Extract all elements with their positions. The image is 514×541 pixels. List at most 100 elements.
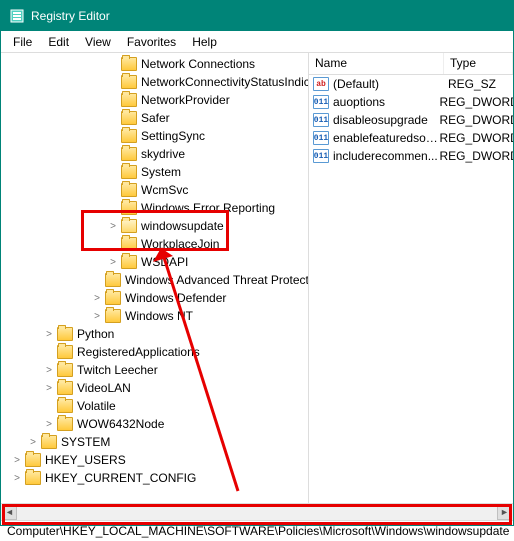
tree-item[interactable]: > SYSTEM <box>1 433 308 451</box>
tree-item[interactable]: >NetworkProvider <box>1 91 308 109</box>
content-area: >Network Connections>NetworkConnectivity… <box>1 53 513 503</box>
expander-icon[interactable]: > <box>91 292 103 304</box>
column-header-name[interactable]: Name <box>309 53 444 74</box>
list-row[interactable]: 011enablefeaturedsoft...REG_DWORD <box>309 129 513 147</box>
list-row[interactable]: 011includerecommen...REG_DWORD <box>309 147 513 165</box>
scroll-right-button[interactable]: ► <box>497 505 512 520</box>
folder-icon <box>57 417 73 431</box>
expander-icon[interactable]: > <box>43 364 55 376</box>
expander-icon[interactable]: > <box>27 436 39 448</box>
scroll-left-button[interactable]: ◄ <box>2 505 17 520</box>
dword-value-icon: 011 <box>313 131 329 145</box>
value-name: auoptions <box>333 95 440 109</box>
tree-item[interactable]: > windowsupdate <box>1 217 308 235</box>
tree-item[interactable]: > HKEY_CURRENT_CONFIG <box>1 469 308 487</box>
list-row[interactable]: 011disableosupgradeREG_DWORD <box>309 111 513 129</box>
tree-item-label: System <box>141 165 181 179</box>
horizontal-scrollbar[interactable]: ◄ ► <box>1 503 513 520</box>
tree-item-label: Python <box>77 327 114 341</box>
tree-pane[interactable]: >Network Connections>NetworkConnectivity… <box>1 53 309 503</box>
tree-item[interactable]: >WSDAPI <box>1 253 308 271</box>
tree-item[interactable]: >Twitch Leecher <box>1 361 308 379</box>
tree-item-label: skydrive <box>141 147 185 161</box>
tree-item-label: Windows Advanced Threat Protection <box>125 273 309 287</box>
tree-item-label: Volatile <box>77 399 116 413</box>
tree-item[interactable]: > HKEY_USERS <box>1 451 308 469</box>
folder-icon <box>57 381 73 395</box>
tree-item[interactable]: >Windows Defender <box>1 289 308 307</box>
tree-item[interactable]: >System <box>1 163 308 181</box>
expander-icon[interactable]: > <box>91 310 103 322</box>
tree-item[interactable]: >RegisteredApplications <box>1 343 308 361</box>
menu-view[interactable]: View <box>77 33 119 51</box>
tree-item[interactable]: >WorkplaceJoin <box>1 235 308 253</box>
value-name: disableosupgrade <box>333 113 440 127</box>
list-header: Name Type <box>309 53 513 75</box>
expander-icon[interactable]: > <box>11 472 23 484</box>
list-row[interactable]: ab(Default)REG_SZ <box>309 75 513 93</box>
tree-item[interactable]: > Python <box>1 325 308 343</box>
tree-item-label: Windows NT <box>125 309 193 323</box>
folder-icon <box>121 111 137 125</box>
expander-icon[interactable]: > <box>11 454 23 466</box>
tree-item[interactable]: >NetworkConnectivityStatusIndicator <box>1 73 308 91</box>
tree-item-label: windowsupdate <box>141 219 224 233</box>
tree-item[interactable]: >VideoLAN <box>1 379 308 397</box>
menu-help[interactable]: Help <box>184 33 225 51</box>
tree-item[interactable]: >Safer <box>1 109 308 127</box>
tree-item[interactable]: >WcmSvc <box>1 181 308 199</box>
tree-item[interactable]: >Windows Advanced Threat Protection <box>1 271 308 289</box>
folder-icon <box>121 255 137 269</box>
tree-item-label: Safer <box>141 111 170 125</box>
tree-item[interactable]: >SettingSync <box>1 127 308 145</box>
folder-icon <box>121 75 137 89</box>
folder-icon <box>121 57 137 71</box>
dword-value-icon: 011 <box>313 95 329 109</box>
menu-favorites[interactable]: Favorites <box>119 33 184 51</box>
folder-icon <box>25 453 41 467</box>
folder-icon <box>121 147 137 161</box>
tree-item-label: WcmSvc <box>141 183 188 197</box>
value-type: REG_DWORD <box>440 149 513 163</box>
list-row[interactable]: 011 auoptionsREG_DWORD <box>309 93 513 111</box>
expander-icon[interactable]: > <box>43 382 55 394</box>
folder-icon <box>121 219 137 233</box>
tree-item-label: SYSTEM <box>61 435 110 449</box>
status-path: Computer\HKEY_LOCAL_MACHINE\SOFTWARE\Pol… <box>7 524 509 538</box>
app-icon <box>9 8 25 24</box>
tree-item-label: Network Connections <box>141 57 255 71</box>
value-type: REG_DWORD <box>440 131 513 145</box>
folder-icon <box>41 435 57 449</box>
window-title: Registry Editor <box>31 9 110 23</box>
value-type: REG_DWORD <box>440 113 513 127</box>
expander-icon[interactable]: > <box>43 328 55 340</box>
menu-bar: File Edit View Favorites Help <box>1 31 513 53</box>
menu-file[interactable]: File <box>5 33 40 51</box>
folder-icon <box>121 201 137 215</box>
tree-item[interactable]: >skydrive <box>1 145 308 163</box>
tree-item-label: NetworkConnectivityStatusIndicator <box>141 75 309 89</box>
tree-item[interactable]: >WOW6432Node <box>1 415 308 433</box>
folder-icon <box>121 129 137 143</box>
folder-icon <box>105 309 121 323</box>
expander-icon[interactable]: > <box>43 418 55 430</box>
expander-icon[interactable]: > <box>107 256 119 268</box>
folder-icon <box>121 165 137 179</box>
value-type: REG_DWORD <box>440 95 513 109</box>
folder-icon <box>57 363 73 377</box>
folder-icon <box>57 327 73 341</box>
folder-icon <box>121 183 137 197</box>
string-value-icon: ab <box>313 77 329 91</box>
expander-icon[interactable]: > <box>107 220 119 232</box>
value-name: includerecommen... <box>333 149 440 163</box>
tree-item-label: HKEY_USERS <box>45 453 126 467</box>
tree-item[interactable]: >Volatile <box>1 397 308 415</box>
tree-item[interactable]: >Windows Error Reporting <box>1 199 308 217</box>
column-header-type[interactable]: Type <box>444 53 513 74</box>
folder-icon <box>121 237 137 251</box>
menu-edit[interactable]: Edit <box>40 33 77 51</box>
tree-item[interactable]: >Network Connections <box>1 55 308 73</box>
tree-item[interactable]: > Windows NT <box>1 307 308 325</box>
tree-item-label: HKEY_CURRENT_CONFIG <box>45 471 196 485</box>
list-pane[interactable]: Name Type ab(Default)REG_SZ011auoptionsR… <box>309 53 513 503</box>
